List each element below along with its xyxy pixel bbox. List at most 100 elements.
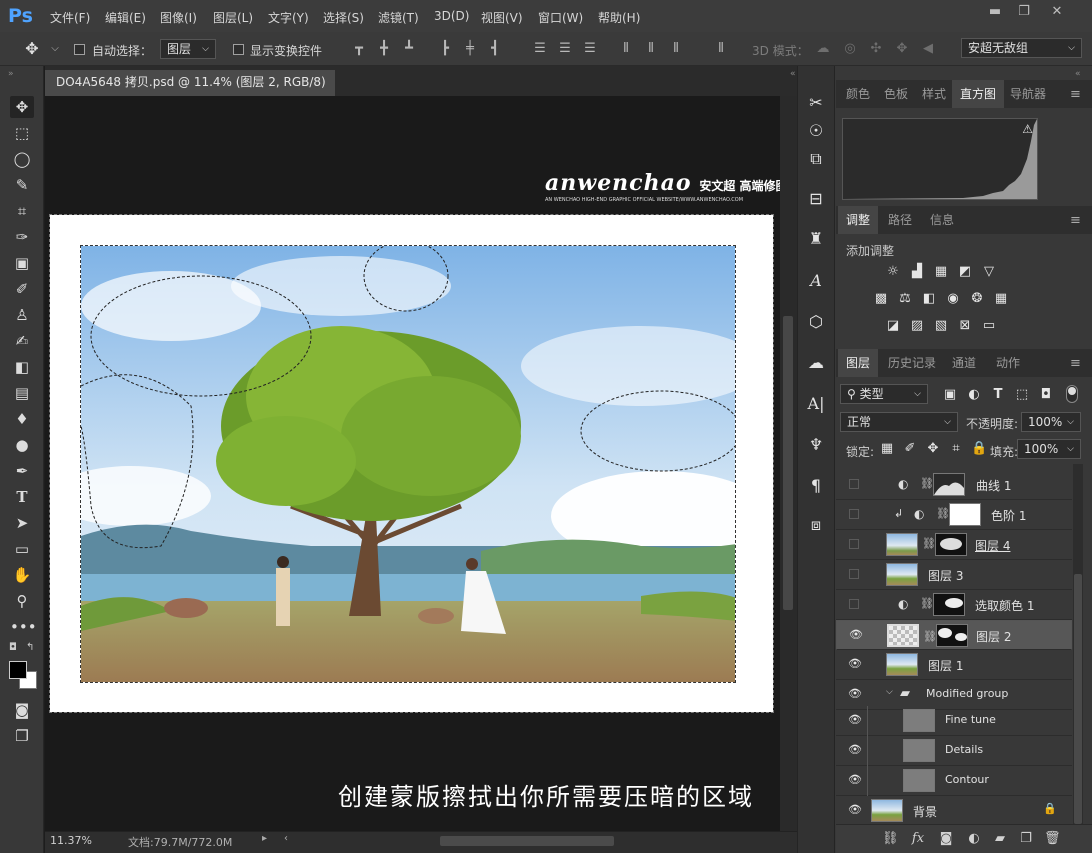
vibrance-icon[interactable]: ▽ bbox=[981, 264, 997, 280]
filter-pixel-icon[interactable]: ▣ bbox=[942, 387, 958, 403]
foreground-color-swatch[interactable] bbox=[9, 661, 27, 679]
glyphs-icon[interactable]: A bbox=[805, 270, 827, 292]
tab-info[interactable]: 信息 bbox=[922, 206, 962, 234]
eye-icon[interactable]: 👁 bbox=[848, 657, 862, 671]
menu-edit[interactable]: 编辑(E) bbox=[105, 9, 146, 26]
filter-shape-icon[interactable]: ⬚ bbox=[1014, 387, 1030, 403]
tab-history[interactable]: 历史记录 bbox=[880, 349, 944, 377]
rectangle-tool-icon[interactable]: ▭ bbox=[10, 538, 34, 560]
layer-row[interactable]: ◐ ⛓ 选取颜色 1 bbox=[836, 590, 1072, 620]
histogram-warning-icon[interactable]: ⚠ bbox=[1022, 122, 1033, 136]
brush-settings-icon[interactable]: ✂ bbox=[805, 92, 827, 114]
menu-window[interactable]: 窗口(W) bbox=[538, 9, 583, 26]
color-lookup-icon[interactable]: ▦ bbox=[993, 291, 1009, 307]
tab-navigator[interactable]: 导航器 bbox=[1002, 80, 1054, 108]
document-tab[interactable]: DO4A5648 拷贝.psd @ 11.4% (图层 2, RGB/8) * … bbox=[45, 70, 335, 113]
visibility-toggle[interactable] bbox=[849, 599, 859, 609]
tab-adjustments[interactable]: 调整 bbox=[838, 206, 879, 234]
hue-saturation-icon[interactable]: ▩ bbox=[873, 291, 889, 307]
visibility-toggle[interactable] bbox=[849, 509, 859, 519]
menu-view[interactable]: 视图(V) bbox=[481, 9, 523, 26]
scroll-left-icon[interactable]: ‹ bbox=[284, 833, 288, 844]
distribute-right-icon[interactable]: ⦀ bbox=[668, 40, 684, 58]
lasso-tool-icon[interactable]: ◯ bbox=[10, 148, 34, 170]
minimize-button[interactable]: ▬ bbox=[984, 3, 1006, 21]
lock-transparent-icon[interactable]: ▦ bbox=[879, 441, 895, 457]
character-icon[interactable]: A| bbox=[805, 393, 827, 415]
paragraph-icon[interactable]: ¶ bbox=[805, 475, 827, 497]
panel-menu-icon[interactable]: ≡ bbox=[1070, 356, 1084, 371]
3d-panel-icon[interactable]: ⬡ bbox=[805, 311, 827, 333]
screen-mode-icon[interactable]: ❐ bbox=[10, 725, 34, 747]
menu-image[interactable]: 图像(I) bbox=[160, 9, 197, 26]
auto-select-checkbox[interactable] bbox=[74, 44, 85, 55]
layer-row[interactable]: 👁 图层 1 bbox=[836, 650, 1072, 680]
canvas-vertical-scroll-thumb[interactable] bbox=[783, 316, 793, 610]
zoom-tool-icon[interactable]: ⚲ bbox=[10, 590, 34, 612]
brightness-contrast-icon[interactable]: ☼ bbox=[885, 264, 901, 280]
clone-source-icon[interactable]: ⧉ bbox=[805, 148, 827, 170]
layer-row[interactable]: 👁 Contour bbox=[836, 766, 1072, 796]
panel-menu-icon[interactable]: ≡ bbox=[1070, 213, 1084, 228]
tab-layers[interactable]: 图层 bbox=[838, 349, 879, 377]
posterize-icon[interactable]: ▨ bbox=[909, 318, 925, 334]
tab-paths[interactable]: 路径 bbox=[880, 206, 920, 234]
opacity-input[interactable]: 100% ⌵ bbox=[1021, 412, 1081, 432]
3d-slide-icon[interactable]: ✥ bbox=[894, 40, 910, 58]
color-balance-icon[interactable]: ⚖ bbox=[897, 291, 913, 307]
new-group-icon[interactable]: ▰ bbox=[992, 831, 1008, 847]
lock-position-icon[interactable]: ✥ bbox=[925, 441, 941, 457]
levels-icon[interactable]: ▟ bbox=[909, 264, 925, 280]
menu-3d[interactable]: 3D(D) bbox=[434, 9, 469, 23]
curves-icon[interactable]: ▦ bbox=[933, 264, 949, 280]
hand-tool-icon[interactable]: ✋ bbox=[10, 564, 34, 586]
align-left-icon[interactable]: ┣ bbox=[437, 40, 453, 58]
blur-tool-icon[interactable]: ♦ bbox=[10, 408, 34, 430]
quick-select-tool-icon[interactable]: ✎ bbox=[10, 174, 34, 196]
canvas-horizontal-scroll-thumb[interactable] bbox=[440, 836, 614, 846]
tab-styles[interactable]: 样式 bbox=[914, 80, 954, 108]
3d-scale-icon[interactable]: ◀ bbox=[920, 40, 936, 58]
tab-channels[interactable]: 通道 bbox=[944, 349, 984, 377]
eyedropper-tool-icon[interactable]: ✑ bbox=[10, 226, 34, 248]
visibility-toggle[interactable] bbox=[849, 569, 859, 579]
eye-icon[interactable]: 👁 bbox=[848, 743, 862, 757]
move-tool-icon[interactable]: ✥ bbox=[10, 96, 34, 118]
show-transform-checkbox[interactable] bbox=[233, 44, 244, 55]
panel-menu-icon[interactable]: ≡ bbox=[1070, 87, 1084, 102]
layer-row[interactable]: ⛓ 图层 4 bbox=[836, 530, 1072, 560]
align-top-icon[interactable]: ┳ bbox=[351, 40, 367, 58]
tool-presets-icon[interactable]: ♆ bbox=[805, 434, 827, 456]
distribute-bottom-icon[interactable]: ☰ bbox=[582, 40, 598, 58]
align-vcenter-icon[interactable]: ╋ bbox=[376, 40, 392, 58]
visibility-toggle[interactable] bbox=[849, 479, 859, 489]
menu-layer[interactable]: 图层(L) bbox=[213, 9, 253, 26]
auto-select-target-dropdown[interactable]: 图层 ⌵ bbox=[160, 39, 216, 59]
color-replace-icon[interactable]: ☉ bbox=[805, 120, 827, 142]
distribute-top-icon[interactable]: ☰ bbox=[532, 40, 548, 58]
eye-icon[interactable]: 👁 bbox=[848, 773, 862, 787]
restore-button[interactable]: ❐ bbox=[1013, 3, 1035, 21]
collapse-panel-icon[interactable]: « bbox=[790, 69, 796, 79]
fill-input[interactable]: 100% ⌵ bbox=[1017, 439, 1081, 459]
filter-toggle[interactable] bbox=[1066, 385, 1078, 403]
tab-color[interactable]: 颜色 bbox=[838, 80, 878, 108]
3d-pan-icon[interactable]: ✣ bbox=[868, 40, 884, 58]
marquee-tool-icon[interactable]: ⬚ bbox=[10, 122, 34, 144]
zoom-level[interactable]: 11.37% bbox=[50, 834, 92, 847]
collapse-toolbar-icon[interactable]: » bbox=[8, 69, 14, 79]
layer-row[interactable]: ↲ ◐ ⛓ 色阶 1 bbox=[836, 500, 1072, 530]
align-hcenter-icon[interactable]: ╪ bbox=[462, 40, 478, 58]
eye-icon[interactable]: 👁 bbox=[848, 713, 862, 727]
selective-color-icon[interactable]: ⊠ bbox=[957, 318, 973, 334]
invert-icon[interactable]: ◪ bbox=[885, 318, 901, 334]
more-tools-icon[interactable]: ••• bbox=[10, 616, 37, 638]
auto-align-icon[interactable]: ⦀ bbox=[713, 40, 729, 58]
eye-icon[interactable]: 👁 bbox=[848, 687, 862, 701]
lock-pixels-icon[interactable]: ✐ bbox=[902, 441, 918, 457]
tab-actions[interactable]: 动作 bbox=[988, 349, 1028, 377]
close-window-button[interactable]: ✕ bbox=[1046, 3, 1068, 21]
menu-file[interactable]: 文件(F) bbox=[50, 9, 90, 26]
menu-filter[interactable]: 滤镜(T) bbox=[378, 9, 419, 26]
layer-style-icon[interactable]: fx bbox=[910, 831, 926, 847]
